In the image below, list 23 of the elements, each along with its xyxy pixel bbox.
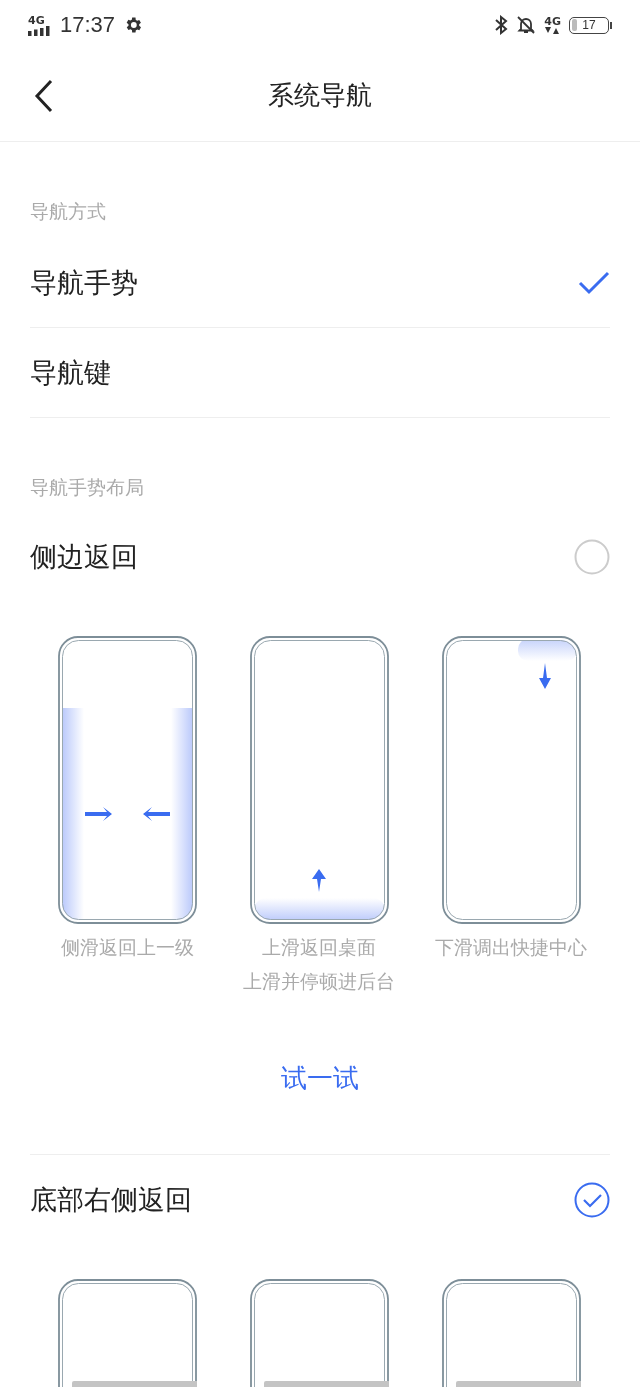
battery-icon: 17 [569,16,609,34]
gesture-caption: 下滑调出快捷中心 [435,935,587,960]
gesture-caption: 上滑并停顿进后台 [243,969,395,994]
data-network-label: 4G [544,16,561,27]
option-row[interactable]: 导航键 [30,328,610,418]
signal-bars-icon [28,25,52,36]
option-row[interactable]: 侧边返回 [30,512,610,602]
gesture-caption: 上滑返回桌面 [262,935,376,960]
back-icon [33,79,55,113]
gesture-caption: 侧滑返回上一级 [60,935,194,960]
section-label: 导航手势布局 [30,476,144,498]
radio-icon[interactable] [574,539,610,575]
bluetooth-icon [494,15,509,35]
radio-checked-icon[interactable] [574,1182,610,1218]
muted-bell-icon [516,15,537,35]
try-button[interactable]: 试一试 [261,1048,379,1108]
option-row[interactable]: 底部右侧返回 [30,1155,610,1245]
clock: 17:37 [60,12,116,38]
page-title: 系统导航 [268,79,372,112]
option-row[interactable]: 导航手势 [30,238,610,328]
network-label: 4G [28,14,45,26]
data-arrows-icon [544,27,561,34]
section-label: 导航方式 [30,200,106,222]
